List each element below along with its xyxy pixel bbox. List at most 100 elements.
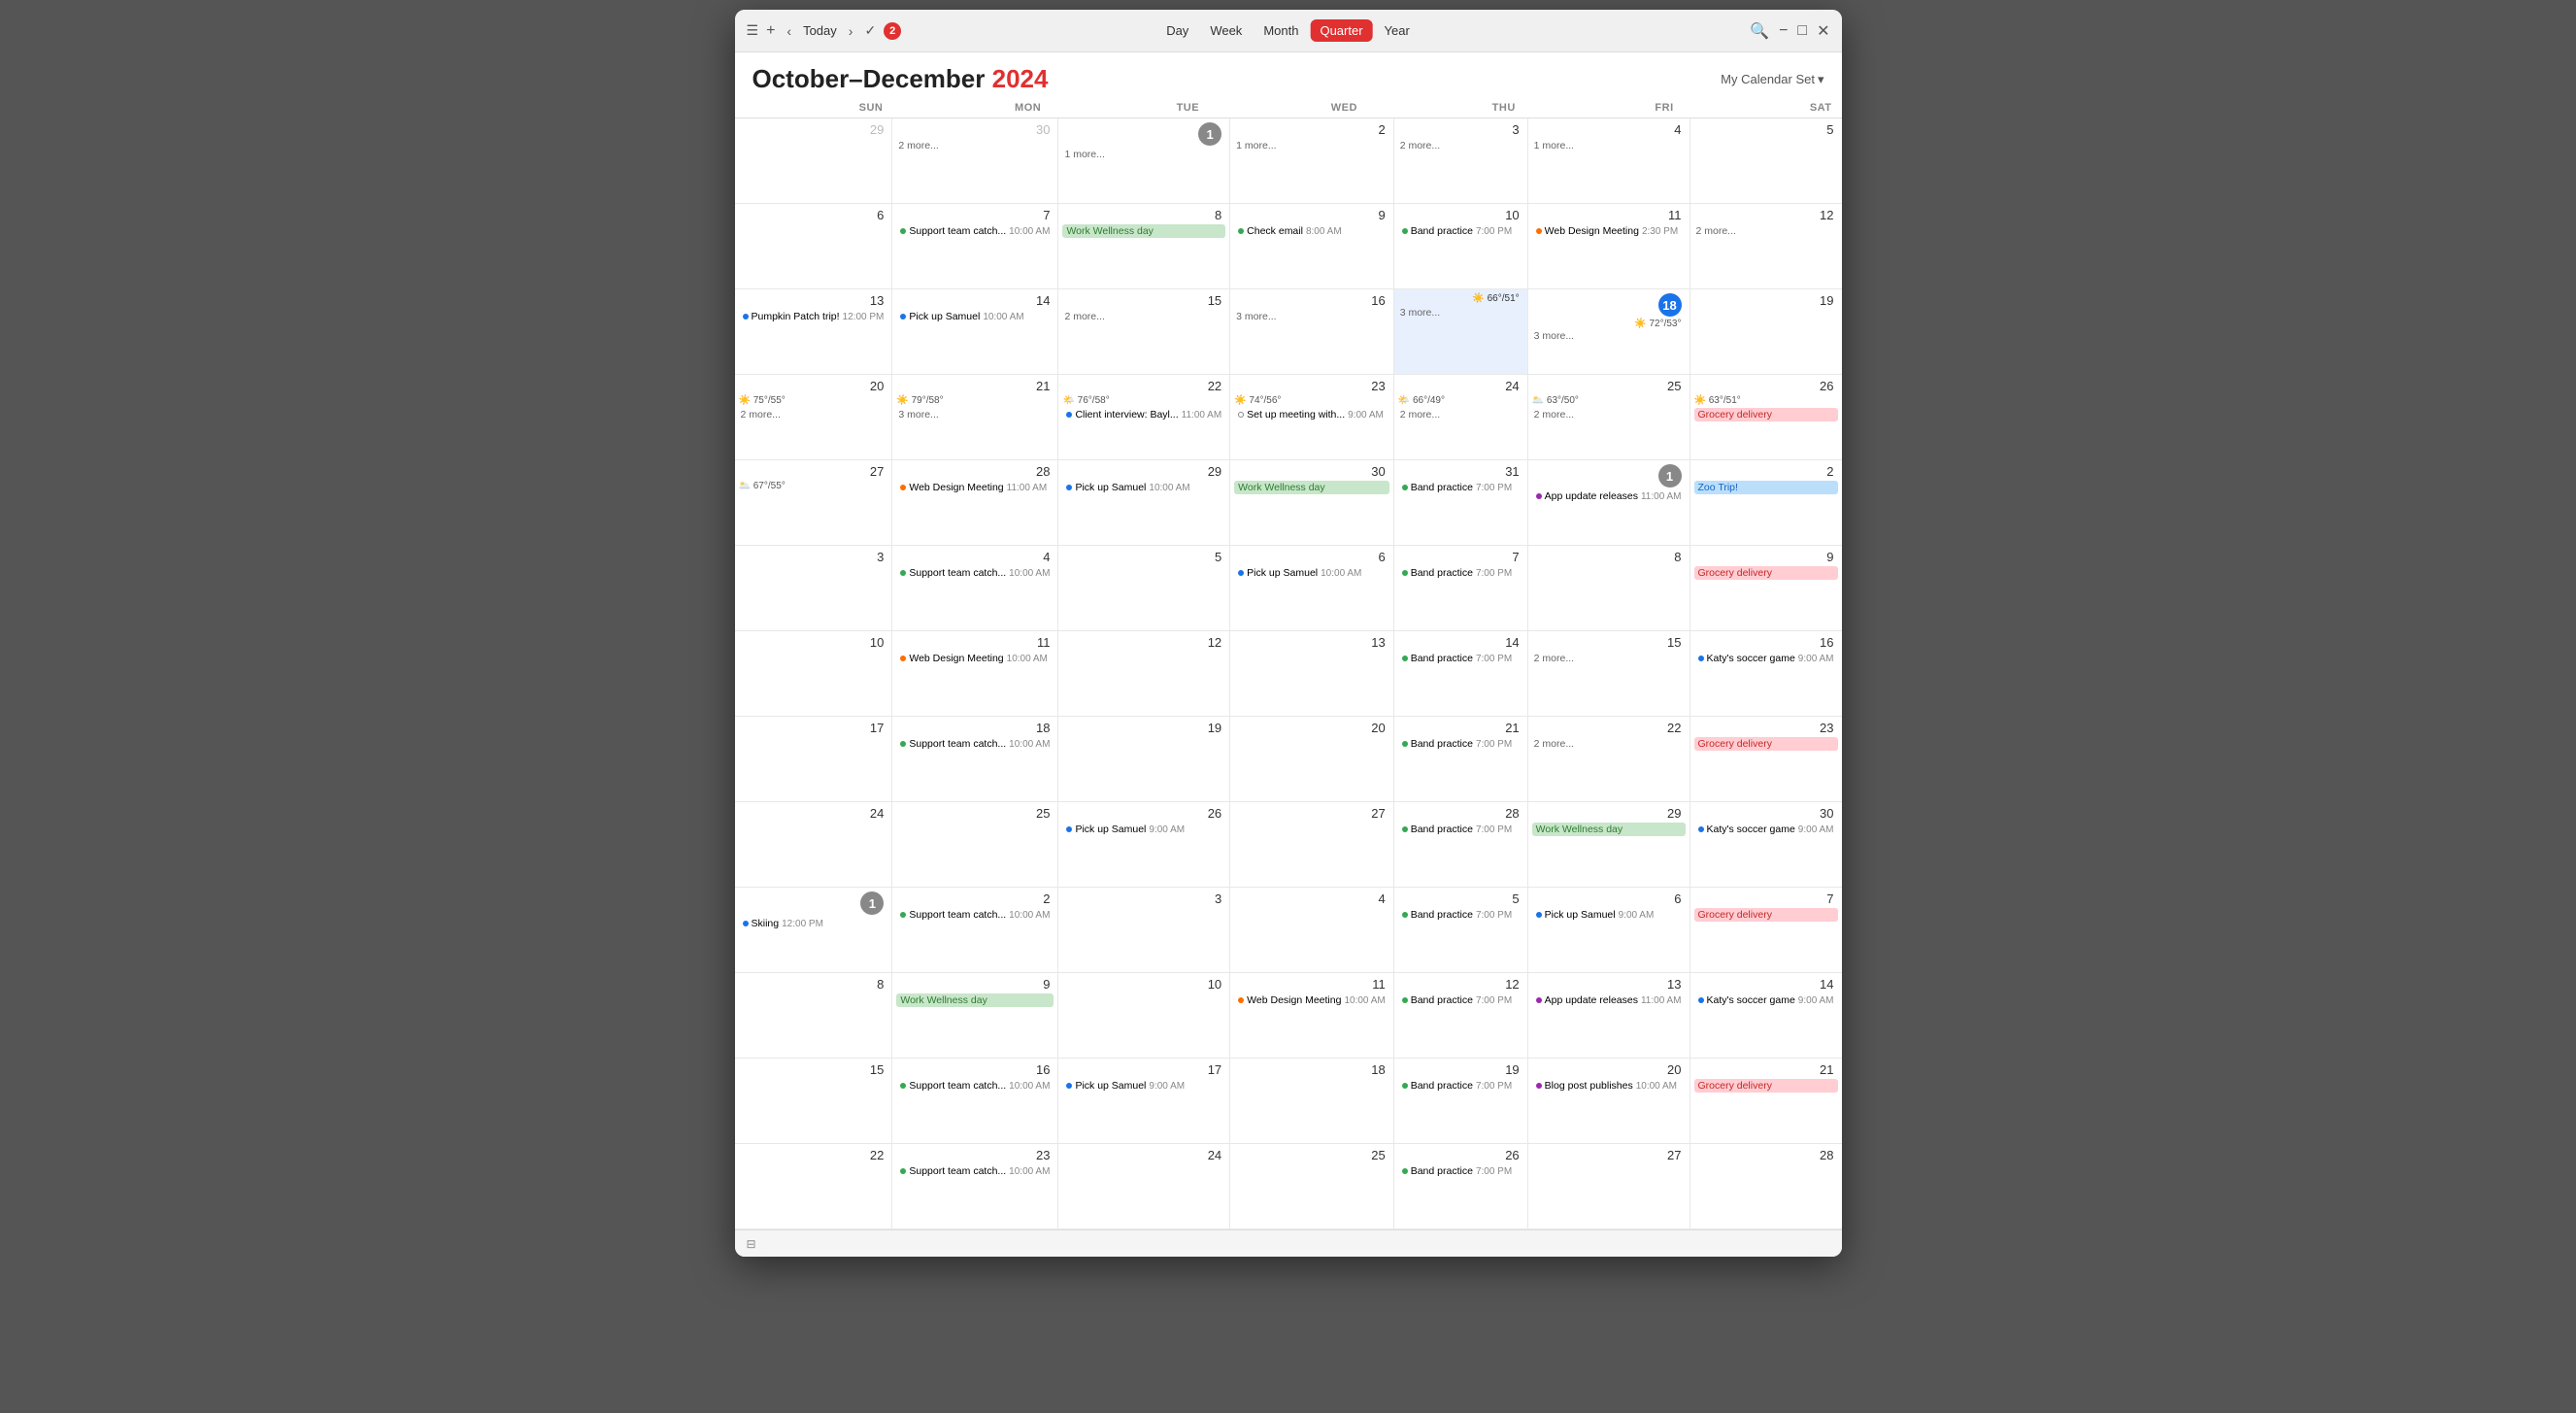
- cell-oct16[interactable]: 16 3 more...: [1230, 289, 1394, 375]
- minimize-button[interactable]: −: [1779, 22, 1788, 40]
- prev-button[interactable]: ‹: [783, 21, 795, 41]
- cell-oct12[interactable]: 12 2 more...: [1690, 204, 1842, 289]
- more-oct16[interactable]: 3 more...: [1234, 310, 1389, 323]
- cell-nov8[interactable]: 8: [1528, 546, 1690, 631]
- view-year[interactable]: Year: [1375, 19, 1420, 42]
- cell-sep29[interactable]: 29: [735, 118, 893, 204]
- cell-oct6[interactable]: 6: [735, 204, 893, 289]
- event-webdesign-nov11[interactable]: Web Design Meeting 10:00 AM: [896, 652, 1054, 665]
- cell-nov26[interactable]: 26 Pick up Samuel 9:00 AM: [1058, 802, 1230, 888]
- cell-nov22[interactable]: 22 2 more...: [1528, 717, 1690, 802]
- more-nov15[interactable]: 2 more...: [1532, 652, 1686, 665]
- event-support-nov4[interactable]: Support team catch... 10:00 AM: [896, 566, 1054, 580]
- event-band-dec19[interactable]: Band practice 7:00 PM: [1398, 1079, 1523, 1093]
- more-oct1[interactable]: 1 more...: [1062, 148, 1225, 161]
- cell-dec4[interactable]: 4: [1230, 888, 1394, 973]
- event-grocery-dec21[interactable]: Grocery delivery: [1694, 1079, 1838, 1093]
- view-quarter[interactable]: Quarter: [1310, 19, 1372, 42]
- cell-dec7[interactable]: 7 Grocery delivery: [1690, 888, 1842, 973]
- cell-dec11[interactable]: 11 Web Design Meeting 10:00 AM: [1230, 973, 1394, 1059]
- cell-oct27[interactable]: 27 🌥️ 67°/55°: [735, 460, 893, 546]
- cell-dec3[interactable]: 3: [1058, 888, 1230, 973]
- cell-oct22[interactable]: 22 🌤️ 76°/58° Client interview: Bayl... …: [1058, 375, 1230, 460]
- event-grocery-nov9[interactable]: Grocery delivery: [1694, 566, 1838, 580]
- cell-dec24[interactable]: 24: [1058, 1144, 1230, 1229]
- event-band-oct10[interactable]: Band practice 7:00 PM: [1398, 224, 1523, 238]
- cell-nov3[interactable]: 3: [735, 546, 893, 631]
- today-button[interactable]: Today: [803, 23, 837, 38]
- cell-oct13[interactable]: 13 Pumpkin Patch trip! 12:00 PM: [735, 289, 893, 375]
- cell-oct31[interactable]: 31 Band practice 7:00 PM: [1394, 460, 1528, 546]
- cell-dec28[interactable]: 28: [1690, 1144, 1842, 1229]
- event-pickup-dec17[interactable]: Pick up Samuel 9:00 AM: [1062, 1079, 1225, 1093]
- add-icon[interactable]: +: [766, 22, 775, 40]
- cell-oct4[interactable]: 4 1 more...: [1528, 118, 1690, 204]
- cell-oct19[interactable]: 19: [1690, 289, 1842, 375]
- event-pickup-dec6[interactable]: Pick up Samuel 9:00 AM: [1532, 908, 1686, 922]
- event-katys-nov30[interactable]: Katy's soccer game 9:00 AM: [1694, 823, 1838, 836]
- cell-nov9[interactable]: 9 Grocery delivery: [1690, 546, 1842, 631]
- menu-icon[interactable]: ☰: [747, 22, 759, 39]
- event-band-nov14[interactable]: Band practice 7:00 PM: [1398, 652, 1523, 665]
- cell-oct24[interactable]: 24 🌤️ 66°/49° 2 more...: [1394, 375, 1528, 460]
- event-katys-nov16[interactable]: Katy's soccer game 9:00 AM: [1694, 652, 1838, 665]
- cell-dec8[interactable]: 8: [735, 973, 893, 1059]
- event-katys-dec14[interactable]: Katy's soccer game 9:00 AM: [1694, 993, 1838, 1007]
- more-oct2[interactable]: 1 more...: [1234, 139, 1389, 152]
- event-appupdate-dec13[interactable]: App update releases 11:00 AM: [1532, 993, 1686, 1007]
- cell-oct2[interactable]: 2 1 more...: [1230, 118, 1394, 204]
- cell-oct14[interactable]: 14 Pick up Samuel 10:00 AM: [892, 289, 1058, 375]
- cell-dec5[interactable]: 5 Band practice 7:00 PM: [1394, 888, 1528, 973]
- cell-nov1[interactable]: 1 App update releases 11:00 AM: [1528, 460, 1690, 546]
- cell-dec15[interactable]: 15: [735, 1059, 893, 1144]
- event-pickup-oct14[interactable]: Pick up Samuel 10:00 AM: [896, 310, 1054, 323]
- cell-nov7[interactable]: 7 Band practice 7:00 PM: [1394, 546, 1528, 631]
- cell-oct1[interactable]: 1 1 more...: [1058, 118, 1230, 204]
- cell-nov30[interactable]: 30 Katy's soccer game 9:00 AM: [1690, 802, 1842, 888]
- cell-nov11[interactable]: 11 Web Design Meeting 10:00 AM: [892, 631, 1058, 717]
- cell-dec25[interactable]: 25: [1230, 1144, 1394, 1229]
- cell-nov2[interactable]: 2 Zoo Trip!: [1690, 460, 1842, 546]
- cell-nov13[interactable]: 13: [1230, 631, 1394, 717]
- cell-dec10[interactable]: 10: [1058, 973, 1230, 1059]
- cell-oct3[interactable]: 3 2 more...: [1394, 118, 1528, 204]
- event-wellness-oct8[interactable]: Work Wellness day: [1062, 224, 1225, 238]
- event-client-oct22[interactable]: Client interview: Bayl... 11:00 AM: [1062, 408, 1225, 421]
- event-band-nov21[interactable]: Band practice 7:00 PM: [1398, 737, 1523, 751]
- cell-dec16[interactable]: 16 Support team catch... 10:00 AM: [892, 1059, 1058, 1144]
- cell-oct25[interactable]: 25 🌥️ 63°/50° 2 more...: [1528, 375, 1690, 460]
- cell-nov25[interactable]: 25: [892, 802, 1058, 888]
- event-band-dec26[interactable]: Band practice 7:00 PM: [1398, 1164, 1523, 1178]
- cell-nov21[interactable]: 21 Band practice 7:00 PM: [1394, 717, 1528, 802]
- event-pickup-nov6[interactable]: Pick up Samuel 10:00 AM: [1234, 566, 1389, 580]
- event-pickup-oct29[interactable]: Pick up Samuel 10:00 AM: [1062, 481, 1225, 494]
- event-pickup-nov26[interactable]: Pick up Samuel 9:00 AM: [1062, 823, 1225, 836]
- cell-dec26[interactable]: 26 Band practice 7:00 PM: [1394, 1144, 1528, 1229]
- cell-sep30[interactable]: 30 2 more...: [892, 118, 1058, 204]
- cell-nov24[interactable]: 24: [735, 802, 893, 888]
- event-band-dec12[interactable]: Band practice 7:00 PM: [1398, 993, 1523, 1007]
- event-support-dec23[interactable]: Support team catch... 10:00 AM: [896, 1164, 1054, 1178]
- cell-dec2[interactable]: 2 Support team catch... 10:00 AM: [892, 888, 1058, 973]
- cell-dec18[interactable]: 18: [1230, 1059, 1394, 1144]
- event-skiing[interactable]: Skiing 12:00 PM: [739, 917, 888, 930]
- next-button[interactable]: ›: [845, 21, 857, 41]
- event-grocery-nov23[interactable]: Grocery delivery: [1694, 737, 1838, 751]
- cell-oct23[interactable]: 23 ☀️ 74°/56° Set up meeting with... 9:0…: [1230, 375, 1394, 460]
- more-oct25[interactable]: 2 more...: [1532, 408, 1686, 421]
- cell-oct28[interactable]: 28 Web Design Meeting 11:00 AM: [892, 460, 1058, 546]
- view-day[interactable]: Day: [1156, 19, 1198, 42]
- event-check-oct9[interactable]: Check email 8:00 AM: [1234, 224, 1389, 238]
- cell-dec1[interactable]: 1 Skiing 12:00 PM: [735, 888, 893, 973]
- cell-nov18[interactable]: 18 Support team catch... 10:00 AM: [892, 717, 1058, 802]
- more-oct24[interactable]: 2 more...: [1398, 408, 1523, 421]
- search-icon[interactable]: 🔍: [1750, 21, 1769, 41]
- event-support-dec2[interactable]: Support team catch... 10:00 AM: [896, 908, 1054, 922]
- view-week[interactable]: Week: [1200, 19, 1252, 42]
- cell-nov29[interactable]: 29 Work Wellness day: [1528, 802, 1690, 888]
- event-grocery-dec7[interactable]: Grocery delivery: [1694, 908, 1838, 922]
- event-band-nov28[interactable]: Band practice 7:00 PM: [1398, 823, 1523, 836]
- event-band-dec5[interactable]: Band practice 7:00 PM: [1398, 908, 1523, 922]
- cell-oct8[interactable]: 8 Work Wellness day: [1058, 204, 1230, 289]
- cell-oct18[interactable]: 18 ☀️ 72°/53° 3 more...: [1528, 289, 1690, 375]
